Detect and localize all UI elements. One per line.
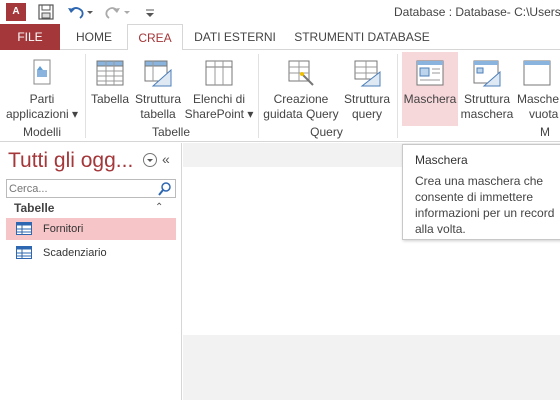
table-button[interactable]: Tabella	[88, 52, 132, 126]
ribbon-label: Masche	[517, 92, 560, 106]
group-label-tabelle: Tabelle	[151, 125, 191, 139]
ribbon-label: Struttura	[343, 92, 391, 106]
query-wizard-icon	[288, 60, 314, 86]
group-separator	[85, 54, 86, 138]
nav-item-fornitori[interactable]: Fornitori	[6, 218, 176, 240]
search-box	[6, 179, 176, 198]
search-input[interactable]	[7, 180, 155, 197]
blank-form-button[interactable]: Masche vuota	[514, 52, 560, 126]
search-icon[interactable]	[157, 181, 173, 197]
ribbon-label: Creazione	[273, 92, 329, 106]
form-button[interactable]: Maschera	[402, 52, 458, 126]
query-wizard-button[interactable]: Creazione guidata Query	[261, 52, 341, 126]
ribbon-label: tabella	[140, 107, 176, 121]
section-header-tables[interactable]: Tabelle	[14, 201, 54, 215]
nav-pane-title[interactable]: Tutti gli ogg...	[8, 149, 133, 173]
sharepoint-list-icon	[205, 60, 233, 86]
tooltip: Maschera Crea una maschera che consente …	[402, 144, 560, 240]
ribbon-label: Tabella	[90, 92, 130, 106]
application-parts-button[interactable]: Parti applicazioni ▾	[2, 52, 82, 126]
customize-qat-icon[interactable]	[144, 3, 156, 21]
collapse-pane-icon[interactable]: «	[162, 151, 170, 167]
blank-form-icon	[523, 60, 551, 86]
table-design-icon	[144, 60, 172, 87]
nav-item-label: Scadenziario	[43, 247, 107, 259]
table-icon	[16, 222, 32, 235]
query-design-icon	[354, 60, 381, 87]
tab-strumenti-database[interactable]: STRUMENTI DATABASE	[290, 24, 434, 50]
nav-item-scadenziario[interactable]: Scadenziario	[6, 242, 176, 264]
group-separator	[397, 54, 398, 138]
ribbon-label: guidata Query	[263, 107, 339, 121]
navigation-pane: Tutti gli ogg... « Tabelle ⌃ Fornitori	[0, 143, 182, 400]
table-icon	[16, 246, 32, 259]
tab-crea[interactable]: CREA	[127, 24, 183, 51]
ribbon-label: vuota	[529, 107, 559, 121]
group-label-query: Query	[310, 125, 343, 139]
ribbon-label: Struttura	[463, 92, 511, 106]
tab-dati-esterni[interactable]: DATI ESTERNI	[188, 24, 282, 50]
undo-icon[interactable]	[66, 3, 94, 21]
save-icon[interactable]	[38, 3, 54, 21]
tooltip-title: Maschera	[415, 153, 468, 167]
ribbon: Parti applicazioni ▾ Tabella Struttura tab…	[0, 50, 560, 142]
ribbon-tabs: FILE HOME CREA DATI ESTERNI STRUMENTI DA…	[0, 24, 560, 51]
tab-home[interactable]: HOME	[66, 24, 122, 50]
query-design-button[interactable]: Struttura query	[342, 52, 392, 126]
title-bar: A Database : Database- C:\Users\	[0, 0, 560, 24]
redo-icon[interactable]	[104, 3, 132, 21]
ribbon-label: maschera	[460, 107, 514, 121]
table-design-button[interactable]: Struttura tabella	[133, 52, 183, 126]
ribbon-label: Elenchi di	[192, 92, 246, 106]
ribbon-label: Maschera	[403, 92, 457, 106]
ribbon-label: applicazioni ▾	[5, 107, 79, 121]
table-icon	[96, 60, 124, 86]
form-design-icon	[473, 60, 501, 87]
tooltip-body: Crea una maschera che consente di immett…	[415, 174, 555, 236]
form-design-button[interactable]: Struttura maschera	[460, 52, 514, 126]
group-label-modelli: Modelli	[22, 125, 61, 139]
sharepoint-lists-button[interactable]: Elenchi di SharePoint ▾	[184, 52, 254, 126]
nav-menu-dropdown-icon[interactable]	[143, 153, 157, 167]
ribbon-label: query	[351, 107, 383, 121]
nav-item-label: Fornitori	[43, 223, 84, 235]
ribbon-label: Parti	[29, 92, 55, 106]
parts-icon	[33, 59, 51, 85]
access-app-icon[interactable]: A	[6, 3, 26, 21]
window-title: Database : Database- C:\Users\	[394, 5, 560, 19]
collapse-section-icon[interactable]: ⌃	[155, 202, 163, 213]
ribbon-label: SharePoint ▾	[184, 107, 254, 121]
ribbon-label: Struttura	[134, 92, 182, 106]
tab-file[interactable]: FILE	[0, 24, 60, 50]
form-icon	[416, 60, 444, 86]
group-separator	[258, 54, 259, 138]
group-label-maschere: M	[540, 125, 550, 139]
